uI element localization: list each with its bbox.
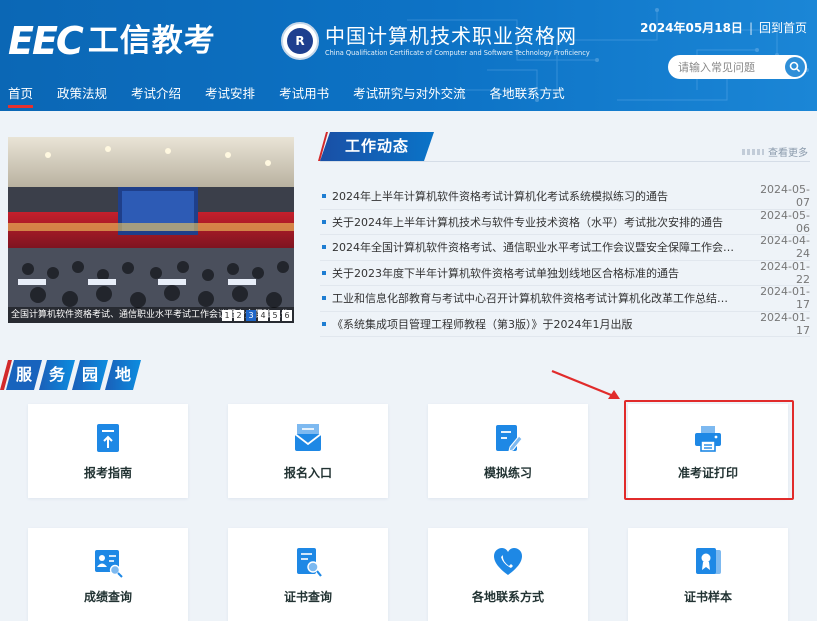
- card-exam-guide[interactable]: 报考指南: [28, 404, 188, 498]
- conference-photo: [8, 137, 294, 323]
- news-title[interactable]: 2024年上半年计算机软件资格考试计算机化考试系统模拟练习的通告: [332, 188, 734, 204]
- more-lines-icon: [742, 148, 764, 155]
- news-date: 2024-01-22: [760, 259, 810, 286]
- pager-dot-active[interactable]: 3: [246, 310, 256, 321]
- guide-icon: [97, 423, 119, 452]
- news-more-link[interactable]: 查看更多: [742, 144, 808, 159]
- nav-exam-intro[interactable]: 考试介绍: [131, 84, 181, 108]
- main-nav: 首页 政策法规 考试介绍 考试安排 考试用书 考试研究与对外交流 各地联系方式: [0, 84, 581, 108]
- nav-policy[interactable]: 政策法规: [57, 84, 107, 108]
- card-registration[interactable]: 报名入口: [228, 404, 388, 498]
- logo-text: 工信教考: [87, 23, 216, 59]
- card-label: 模拟练习: [483, 465, 532, 480]
- cert-search-icon: [297, 547, 322, 577]
- news-item[interactable]: 工业和信息化部教育与考试中心召开计算机软件资格考试计算机化改革工作总结座谈会 2…: [320, 285, 810, 312]
- news-divider: [320, 161, 810, 162]
- search-box: [668, 55, 807, 79]
- printer-icon: [695, 425, 721, 452]
- news-title[interactable]: 关于2024年上半年计算机技术与软件专业技术资格（水平）考试批次安排的通告: [332, 214, 734, 230]
- nav-home[interactable]: 首页: [8, 84, 34, 108]
- card-label: 成绩查询: [83, 589, 132, 604]
- seal-letter: R: [287, 28, 313, 54]
- card-local-contacts[interactable]: 各地联系方式: [428, 528, 588, 621]
- bullet-icon: [322, 219, 326, 224]
- bullet-icon: [322, 245, 326, 250]
- search-input[interactable]: [678, 60, 788, 74]
- search-icon: [789, 61, 801, 73]
- service-title-char: 地: [105, 360, 141, 390]
- bullet-icon: [322, 270, 326, 275]
- carousel-pager: 1 2 3 4 5 6: [222, 310, 292, 321]
- news-section-title: 工作动态: [320, 132, 434, 161]
- news-title[interactable]: 工业和信息化部教育与考试中心召开计算机软件资格考试计算机化改革工作总结座谈会: [332, 290, 734, 306]
- logo-mark: EEC: [8, 19, 84, 63]
- card-certificate-query[interactable]: 证书查询: [228, 528, 388, 621]
- certificate-icon: [696, 547, 721, 574]
- service-title-char: 务: [39, 360, 75, 390]
- card-mock-practice[interactable]: 模拟练习: [428, 404, 588, 498]
- bullet-icon: [322, 321, 326, 326]
- site-logo[interactable]: EEC 工信教考: [8, 20, 216, 62]
- bullet-icon: [322, 296, 326, 301]
- nav-exam-schedule[interactable]: 考试安排: [205, 84, 255, 108]
- card-admission-ticket-print[interactable]: 准考证打印: [628, 404, 788, 498]
- news-date: 2024-01-17: [760, 285, 810, 312]
- pager-dot[interactable]: 5: [270, 310, 280, 321]
- news-list: 2024年上半年计算机软件资格考试计算机化考试系统模拟练习的通告 2024-05…: [320, 183, 810, 337]
- bullet-icon: [322, 194, 326, 199]
- news-item[interactable]: 2024年全国计算机软件资格考试、通信职业水平考试工作会议暨安全保障工作会议召开…: [320, 234, 810, 261]
- nav-exam-books[interactable]: 考试用书: [279, 84, 329, 108]
- separator: |: [748, 20, 753, 35]
- nav-research[interactable]: 考试研究与对外交流: [353, 84, 466, 108]
- news-date: 2024-05-06: [760, 208, 810, 235]
- service-title-char: 园: [72, 360, 108, 390]
- site-name-en: China Qualification Certificate of Compu…: [325, 49, 590, 57]
- news-item[interactable]: 2024年上半年计算机软件资格考试计算机化考试系统模拟练习的通告 2024-05…: [320, 183, 810, 210]
- pager-dot[interactable]: 6: [282, 310, 292, 321]
- news-header: 工作动态 查看更多: [318, 132, 810, 162]
- card-label: 证书查询: [283, 589, 332, 604]
- news-carousel[interactable]: 全国计算机软件资格考试、通信职业水平考试工作会议暨安全保障工作会 1 2 3 4…: [8, 137, 294, 323]
- nav-contacts[interactable]: 各地联系方式: [490, 84, 565, 108]
- search-button[interactable]: [785, 57, 805, 77]
- news-title[interactable]: 2024年全国计算机软件资格考试、通信职业水平考试工作会议暨安全保障工作会议召开: [332, 239, 734, 255]
- news-date: 2024-01-17: [760, 310, 810, 337]
- card-label: 准考证打印: [677, 465, 738, 480]
- pager-dot[interactable]: 1: [222, 310, 232, 321]
- current-date: 2024年05月18日: [640, 21, 743, 35]
- pager-dot[interactable]: 2: [234, 310, 244, 321]
- card-label: 报考指南: [83, 465, 132, 480]
- card-certificate-sample[interactable]: 证书样本: [628, 528, 788, 621]
- mail-icon: [294, 423, 322, 451]
- site-name-cn: 中国计算机技术职业资格网: [325, 24, 577, 48]
- score-search-icon: [95, 549, 123, 578]
- site-header: EEC 工信教考 R 中国计算机技术职业资格网 China Qualificat…: [0, 0, 817, 111]
- site-name: 中国计算机技术职业资格网 China Qualification Certifi…: [325, 24, 590, 58]
- news-title[interactable]: 《系统集成项目管理工程师教程（第3版）》于2024年1月出版: [332, 316, 734, 332]
- news-item[interactable]: 关于2024年上半年计算机技术与软件专业技术资格（水平）考试批次安排的通告 20…: [320, 208, 810, 235]
- card-label: 各地联系方式: [471, 589, 544, 604]
- news-item[interactable]: 《系统集成项目管理工程师教程（第3版）》于2024年1月出版 2024-01-1…: [320, 310, 810, 337]
- service-section-title: 服 务 园 地: [0, 360, 138, 392]
- pager-dot[interactable]: 4: [258, 310, 268, 321]
- phone-heart-icon: [494, 547, 522, 575]
- news-date: 2024-05-07: [760, 183, 810, 210]
- news-item[interactable]: 关于2023年度下半年计算机软件资格考试单独划线地区合格标准的通告 2024-0…: [320, 259, 810, 286]
- news-date: 2024-04-24: [760, 234, 810, 261]
- news-title[interactable]: 关于2023年度下半年计算机软件资格考试单独划线地区合格标准的通告: [332, 265, 734, 281]
- edit-icon: [496, 424, 523, 452]
- back-home-link[interactable]: 回到首页: [759, 19, 807, 36]
- more-label: 查看更多: [768, 148, 808, 159]
- card-score-query[interactable]: 成绩查询: [28, 528, 188, 621]
- top-right-bar: 2024年05月18日 | 回到首页: [640, 19, 807, 36]
- service-title-char: 服: [6, 360, 42, 390]
- card-label: 证书样本: [683, 589, 732, 604]
- card-label: 报名入口: [283, 465, 332, 480]
- annotation-arrow-icon: [551, 369, 620, 399]
- org-seal-icon: R: [281, 22, 319, 60]
